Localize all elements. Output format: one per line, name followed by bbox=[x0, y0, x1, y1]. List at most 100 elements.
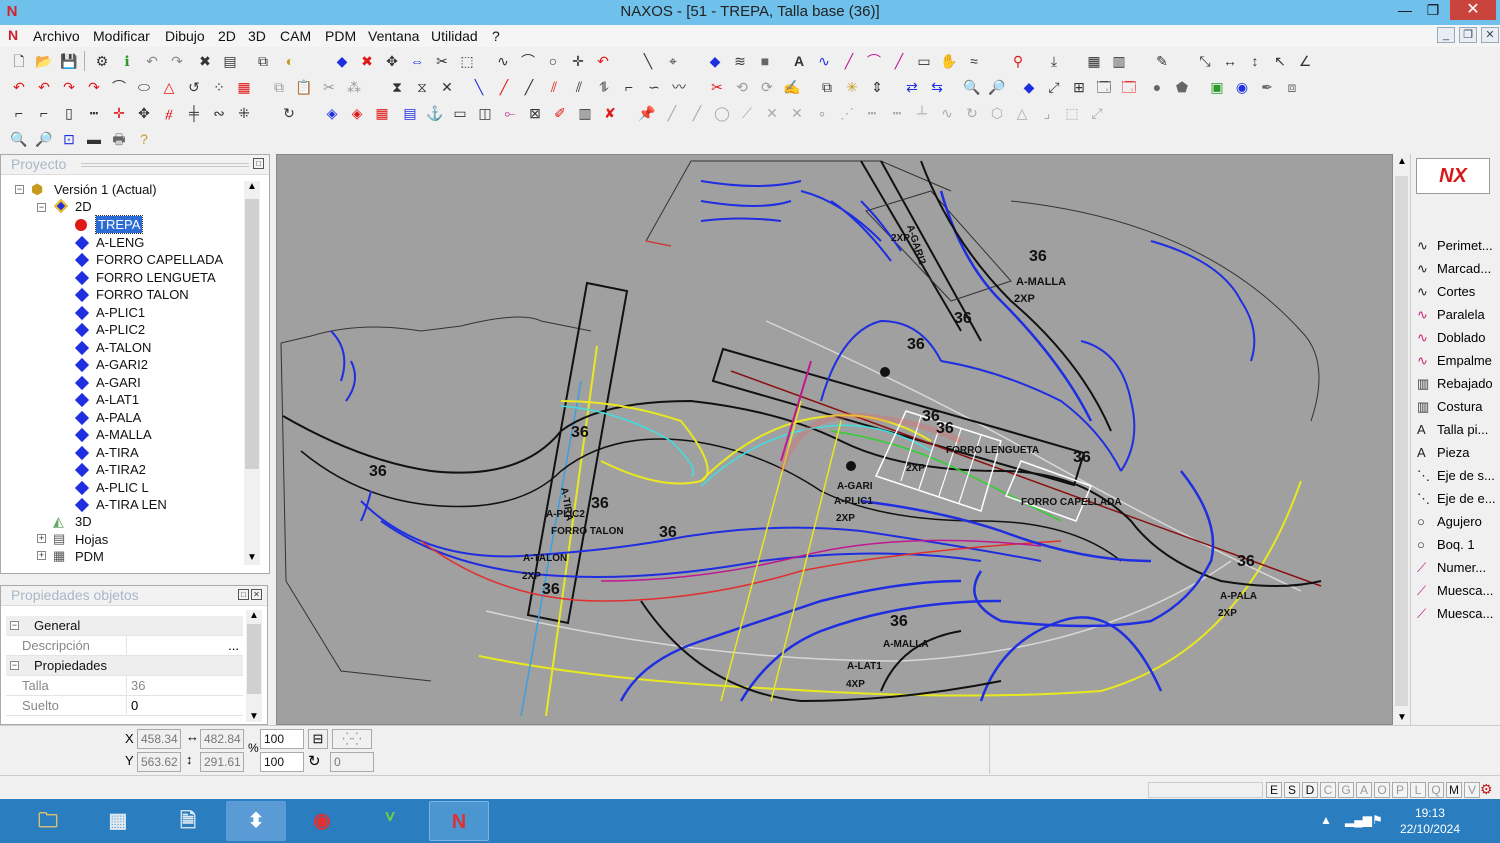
command-item[interactable]: ▥ Rebajado bbox=[1417, 373, 1500, 395]
suelto-value[interactable]: 0 bbox=[126, 696, 243, 715]
hex-gray-icon[interactable]: ⬡ bbox=[988, 104, 1006, 122]
app-icon[interactable]: ⬍ bbox=[226, 801, 286, 841]
canvas-vscrollbar[interactable]: ▲ ▼ bbox=[1393, 154, 1410, 725]
clock[interactable]: 19:13 22/10/2024 bbox=[1400, 805, 1460, 837]
expand-hojas-icon[interactable]: + bbox=[37, 534, 46, 543]
slash-gray-icon[interactable]: ⟋ bbox=[738, 104, 756, 122]
corner-gray-icon[interactable]: ⌟ bbox=[1038, 104, 1056, 122]
command-item[interactable]: ∿ Cortes bbox=[1417, 281, 1500, 303]
group-icon[interactable]: ⁂ bbox=[345, 78, 363, 96]
circle-icon[interactable]: ○ bbox=[544, 52, 562, 70]
tree-piece[interactable]: FORRO LENGUETA bbox=[96, 269, 216, 286]
signal-icon[interactable]: ▂▄▆ bbox=[1345, 813, 1372, 827]
restore-button[interactable]: ❐ bbox=[1418, 0, 1448, 22]
square-icon[interactable]: ■ bbox=[756, 52, 774, 70]
zoom-window-icon[interactable]: 🔍 bbox=[10, 130, 28, 148]
x-gray-icon[interactable]: ✕ bbox=[763, 104, 781, 122]
tree-piece[interactable]: A-TIRA2 bbox=[96, 461, 146, 478]
y-coordinate-field[interactable]: 563.62 bbox=[137, 752, 181, 772]
props-scrollbar[interactable]: ▲ ▼ bbox=[246, 610, 262, 722]
updown-icon[interactable]: ⇕ bbox=[868, 78, 886, 96]
bar-gray-icon[interactable]: ┅ bbox=[863, 104, 881, 122]
line-magenta-icon[interactable]: ╱ bbox=[840, 52, 858, 70]
brush-icon[interactable]: ✐ bbox=[551, 104, 569, 122]
menu-help[interactable]: ? bbox=[492, 28, 500, 44]
grid-icon[interactable]: ⊞ bbox=[1070, 78, 1088, 96]
line-red-icon[interactable]: ╱ bbox=[495, 78, 513, 96]
save-icon[interactable]: 💾 bbox=[60, 52, 78, 70]
props-scroll-thumb[interactable] bbox=[247, 624, 261, 694]
mirror-icon[interactable]: ⧗ bbox=[388, 78, 406, 96]
tree-piece[interactable]: A-PLIC L bbox=[96, 479, 149, 496]
x-coordinate-field[interactable]: 458.34 bbox=[137, 729, 181, 749]
window-icon[interactable]: 🗔 bbox=[1095, 78, 1113, 96]
tree-piece[interactable]: A-PLIC2 bbox=[96, 321, 145, 338]
copy-icon[interactable]: ⧉ bbox=[270, 78, 288, 96]
text-icon[interactable]: A bbox=[790, 52, 808, 70]
menu-ventana[interactable]: Ventana bbox=[368, 28, 419, 44]
doc-icon[interactable]: N bbox=[8, 27, 18, 43]
tree-piece[interactable]: FORRO TALON bbox=[96, 286, 189, 303]
width-field[interactable]: 482.84 bbox=[200, 729, 244, 749]
wave3-icon[interactable]: 〰 bbox=[670, 78, 688, 96]
box-gray-icon[interactable]: ⬚ bbox=[1063, 104, 1081, 122]
grid-red-icon[interactable]: ▦ bbox=[235, 78, 253, 96]
x2-gray-icon[interactable]: ✕ bbox=[788, 104, 806, 122]
dot-gray-icon[interactable]: ∘ bbox=[813, 104, 831, 122]
split-box-icon[interactable]: ◫ bbox=[476, 104, 494, 122]
status-flag[interactable]: S bbox=[1284, 782, 1300, 798]
x-red-icon[interactable]: ✘ bbox=[601, 104, 619, 122]
window-red-icon[interactable]: 🗔 bbox=[1120, 78, 1138, 96]
menu-pdm[interactable]: PDM bbox=[325, 28, 356, 44]
status-flag[interactable]: E bbox=[1266, 782, 1282, 798]
export-icon[interactable]: ⤓ bbox=[1045, 52, 1063, 70]
tri-gray-icon[interactable]: △ bbox=[1013, 104, 1031, 122]
scatter2-icon[interactable]: ⁜ bbox=[235, 104, 253, 122]
tree-scrollbar[interactable]: ▲ ▼ bbox=[244, 181, 260, 565]
props-pin-icon[interactable]: □ bbox=[238, 589, 249, 600]
curl-icon[interactable]: ∽ bbox=[645, 78, 663, 96]
band-icon[interactable]: ▭ bbox=[451, 104, 469, 122]
slash-icon[interactable]: ╱ bbox=[520, 78, 538, 96]
cross-icon[interactable]: ✕ bbox=[438, 78, 456, 96]
pin-blue-icon[interactable]: 📌 bbox=[638, 104, 656, 122]
status-flag[interactable]: A bbox=[1356, 782, 1372, 798]
status-flag[interactable]: G bbox=[1338, 782, 1354, 798]
cross-red-icon[interactable]: ✛ bbox=[110, 104, 128, 122]
talla-value[interactable]: 36 bbox=[126, 676, 243, 695]
collapse-props-icon[interactable]: − bbox=[10, 661, 19, 670]
parallel-icon[interactable]: ⥮ bbox=[595, 78, 613, 96]
tree-pdm[interactable]: PDM bbox=[75, 548, 104, 563]
open-folder-icon[interactable]: 📂 bbox=[35, 52, 53, 70]
line-gray-icon[interactable]: ╱ bbox=[663, 104, 681, 122]
redirect2-icon[interactable]: ⇆ bbox=[928, 78, 946, 96]
tree-hojas[interactable]: Hojas bbox=[75, 531, 108, 548]
tee-gray-icon[interactable]: ┴ bbox=[913, 104, 931, 122]
curve-tool-icon[interactable]: ⌐ bbox=[10, 104, 28, 122]
tray-up-icon[interactable]: ▲ bbox=[1320, 813, 1332, 827]
angle-icon[interactable]: ∠ bbox=[1296, 52, 1314, 70]
command-item[interactable]: ∿ Doblado bbox=[1417, 327, 1500, 349]
command-item[interactable]: ⋱ Eje de e... bbox=[1417, 488, 1500, 510]
sketch-icon[interactable]: ✍ bbox=[783, 78, 801, 96]
hand-icon[interactable]: ✋ bbox=[940, 52, 958, 70]
prop-descripcion[interactable]: Descripción ... bbox=[6, 636, 243, 656]
cut-icon[interactable]: ✂ bbox=[320, 78, 338, 96]
command-item[interactable]: A Pieza bbox=[1417, 442, 1500, 464]
group-propiedades[interactable]: − Propiedades bbox=[6, 656, 243, 676]
arrow-icon[interactable]: ↖ bbox=[1271, 52, 1289, 70]
tree-piece[interactable]: A-TIRA LEN bbox=[96, 496, 167, 513]
tree-piece[interactable]: TREPA bbox=[94, 215, 144, 234]
grid-snap-icon[interactable]: ⁛⁛ bbox=[332, 729, 372, 749]
arc-magenta-icon[interactable]: ⌒ bbox=[865, 52, 883, 70]
help-icon[interactable]: ? bbox=[135, 130, 153, 148]
tree-piece[interactable]: A-LAT1 bbox=[96, 391, 139, 408]
arc2-red-icon[interactable]: ↶ bbox=[35, 78, 53, 96]
diamond-red-icon[interactable]: ◈ bbox=[348, 104, 366, 122]
command-item[interactable]: ∿ Marcad... bbox=[1417, 258, 1500, 280]
fillet-icon[interactable]: ⌒ bbox=[110, 78, 128, 96]
rect-icon[interactable]: ▭ bbox=[915, 52, 933, 70]
menu-3d[interactable]: 3D bbox=[248, 28, 266, 44]
command-item[interactable]: ▥ Costura bbox=[1417, 396, 1500, 418]
shape-icon[interactable]: ⬟ bbox=[1173, 78, 1191, 96]
